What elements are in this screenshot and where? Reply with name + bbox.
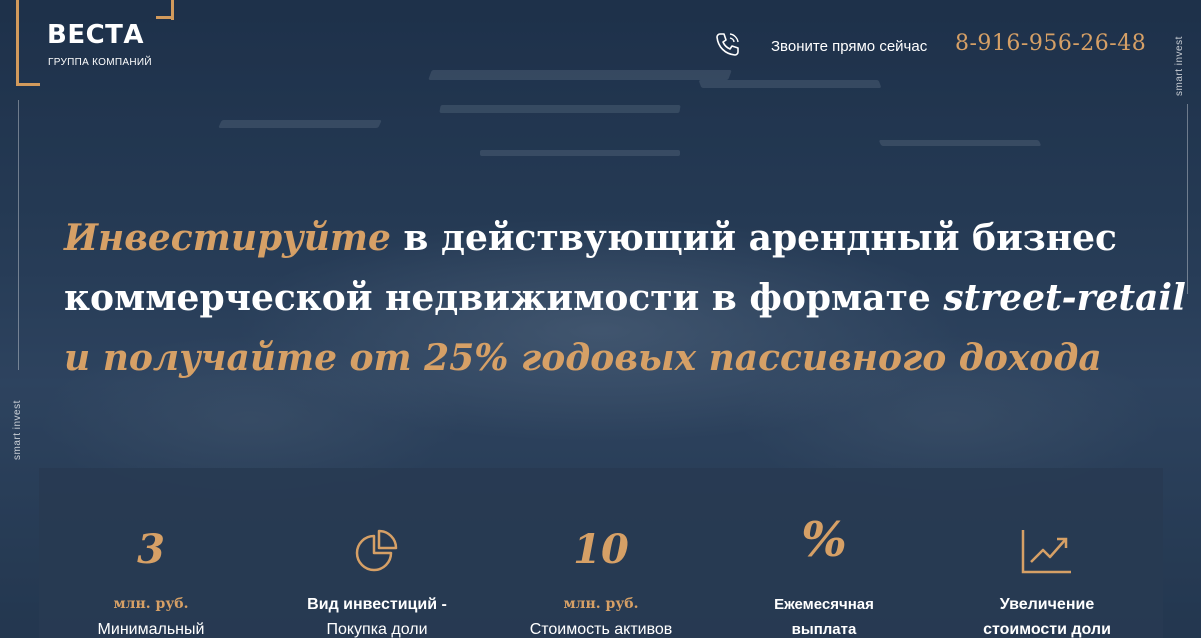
- pie-chart-icon: [355, 529, 398, 572]
- headline-street-retail: street-retail: [943, 277, 1186, 319]
- stat-monthly-payout: % Ежемесячная выплата: [712, 468, 936, 638]
- headline-line-3: и получайте от 25% годовых пассивного до…: [64, 337, 1102, 379]
- stat-investment-type: Вид инвестиций - Покупка доли: [265, 468, 489, 638]
- stat-value: 3: [137, 526, 165, 573]
- side-divider-left: [18, 100, 19, 370]
- phone-number-link[interactable]: 8-916-956-26-48: [955, 31, 1146, 56]
- logo-subtitle: ГРУППА КОМПАНИЙ: [48, 57, 152, 68]
- headline-accent-invest: Инвестируйте: [64, 217, 391, 259]
- stat-minimum-investment: 3 млн. руб. Минимальный: [39, 468, 263, 638]
- headline-line-2-text: коммерческой недвижимости в формате: [64, 277, 944, 319]
- stat-label: Минимальный: [97, 621, 205, 638]
- stat-value: 10: [573, 526, 629, 573]
- headline-line-2: коммерческой недвижимости в формате stre…: [64, 268, 1186, 328]
- stats-panel: 3 млн. руб. Минимальный Вид инвестиций -…: [39, 468, 1163, 638]
- stat-label-bold-2: стоимости доли: [983, 621, 1111, 638]
- company-logo[interactable]: ВЕСТА ГРУППА КОМПАНИЙ: [16, 0, 176, 88]
- headline-line-1-text: в действующий арендный бизнес: [390, 217, 1117, 259]
- stat-assets-value: 10 млн. руб. Стоимость активов: [489, 468, 713, 638]
- stat-label-bold: Вид инвестиций -: [307, 596, 447, 613]
- percent-icon: %: [801, 512, 847, 568]
- stat-label-bold: Ежемесячная: [774, 596, 874, 613]
- logo-frame-corner-top: [156, 16, 174, 19]
- logo-name: ВЕСТА: [47, 20, 145, 50]
- call-now-label: Звоните прямо сейчас: [771, 38, 928, 55]
- side-divider-right: [1187, 104, 1188, 294]
- phone-icon[interactable]: [714, 30, 742, 58]
- hero-headline: Инвестируйте в действующий арендный бизн…: [64, 208, 1186, 388]
- logo-frame: [16, 0, 40, 86]
- stat-label: Стоимость активов: [529, 621, 673, 638]
- stat-unit: млн. руб.: [113, 596, 189, 612]
- stat-label: Покупка доли: [326, 621, 428, 638]
- stat-unit: млн. руб.: [563, 596, 639, 612]
- side-tagline-right: smart invest: [1174, 36, 1185, 96]
- stat-label-bold-2: выплата: [791, 621, 857, 638]
- stat-share-value-growth: Увеличение стоимости доли: [935, 468, 1159, 638]
- stat-label-bold: Увеличение: [999, 596, 1095, 613]
- headline-line-1: Инвестируйте в действующий арендный бизн…: [64, 208, 1184, 268]
- growth-chart-icon: [1021, 530, 1071, 574]
- side-tagline-left: smart invest: [12, 400, 23, 460]
